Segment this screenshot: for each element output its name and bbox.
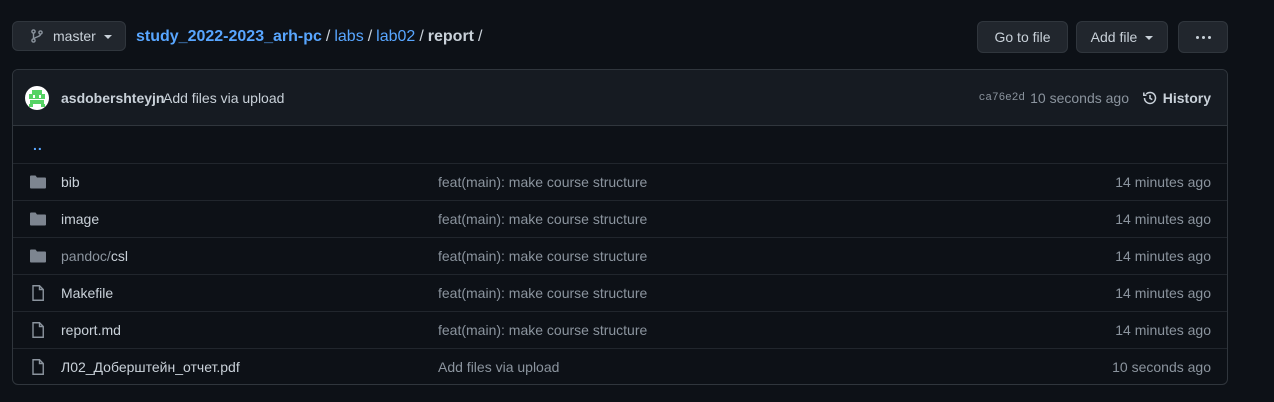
git-branch-icon — [31, 29, 43, 43]
branch-selector-button[interactable]: master — [12, 21, 126, 51]
file-commit-message-link[interactable]: feat(main): make course structure — [438, 248, 647, 264]
table-row[interactable]: Makefile feat(main): make course structu… — [13, 274, 1227, 311]
top-toolbar: master study_2022-2023_arh-pc / labs / l… — [12, 21, 1228, 53]
add-file-label: Add file — [1090, 29, 1138, 45]
history-link[interactable]: History — [1142, 90, 1211, 106]
add-file-button[interactable]: Add file — [1076, 21, 1168, 53]
table-row[interactable]: pandoc/csl feat(main): make course struc… — [13, 237, 1227, 274]
breadcrumb-current: report — [427, 28, 474, 45]
file-commit-time: 14 minutes ago — [1115, 248, 1211, 264]
folder-icon — [30, 212, 46, 226]
file-commit-message-link[interactable]: feat(main): make course structure — [438, 285, 647, 301]
commit-author-link[interactable]: asdobershteyjn — [61, 90, 164, 106]
file-commit-time: 14 minutes ago — [1115, 322, 1211, 338]
table-row[interactable]: report.md feat(main): make course struct… — [13, 311, 1227, 348]
table-row[interactable]: Л02_Доберштейн_отчет.pdf Add files via u… — [13, 348, 1227, 384]
history-icon — [1142, 91, 1157, 104]
file-name-link[interactable]: bib — [61, 174, 80, 190]
file-icon — [32, 322, 44, 338]
branch-name: master — [53, 28, 96, 44]
chevron-down-icon — [103, 35, 112, 39]
file-commit-message-link[interactable]: feat(main): make course structure — [438, 211, 647, 227]
file-name-link[interactable]: pandoc/csl — [61, 248, 128, 264]
go-to-file-label: Go to file — [994, 29, 1051, 45]
folder-icon — [30, 249, 46, 263]
breadcrumb: study_2022-2023_arh-pc / labs / lab02 / … — [136, 21, 486, 53]
file-commit-message-link[interactable]: feat(main): make course structure — [438, 174, 647, 190]
file-name-text: csl — [110, 248, 128, 264]
table-row[interactable]: image feat(main): make course structure … — [13, 200, 1227, 237]
file-name-link[interactable]: Л02_Доберштейн_отчет.pdf — [61, 359, 240, 375]
commit-sha-link[interactable]: ca76e2d — [979, 92, 1025, 104]
breadcrumb-separator: / — [325, 28, 331, 45]
breadcrumb-separator: / — [367, 28, 373, 45]
breadcrumb-lab02-link[interactable]: lab02 — [376, 28, 415, 46]
file-commit-time: 14 minutes ago — [1115, 211, 1211, 227]
breadcrumb-separator: / — [419, 28, 424, 45]
breadcrumb-separator: / — [478, 28, 483, 45]
breadcrumb-labs-link[interactable]: labs — [334, 28, 363, 46]
history-label: History — [1162, 89, 1211, 106]
breadcrumb-repo-link[interactable]: study_2022-2023_arh-pc — [136, 28, 322, 46]
file-commit-message-link[interactable]: Add files via upload — [438, 359, 559, 375]
commit-time: 10 seconds ago — [1030, 89, 1129, 106]
go-to-file-button[interactable]: Go to file — [977, 21, 1068, 53]
file-name-link[interactable]: report.md — [61, 322, 121, 338]
parent-directory-link[interactable]: .. — [33, 137, 43, 153]
commit-message-link[interactable]: Add files via upload — [163, 90, 284, 106]
more-options-button[interactable] — [1178, 21, 1228, 53]
chevron-down-icon — [1145, 36, 1154, 40]
file-commit-message-link[interactable]: feat(main): make course structure — [438, 322, 647, 338]
parent-directory-row[interactable]: .. — [13, 126, 1227, 163]
file-commit-time: 14 minutes ago — [1115, 174, 1211, 190]
table-row[interactable]: bib feat(main): make course structure 14… — [13, 163, 1227, 200]
file-name-prefix: pandoc/ — [61, 248, 111, 264]
latest-commit-bar: asdobershteyjn Add files via upload ca76… — [13, 70, 1227, 126]
file-browser: asdobershteyjn Add files via upload ca76… — [12, 69, 1228, 385]
file-commit-time: 14 minutes ago — [1115, 285, 1211, 301]
file-icon — [32, 285, 44, 301]
kebab-horizontal-icon — [1195, 35, 1211, 39]
file-name-link[interactable]: Makefile — [61, 285, 113, 301]
folder-icon — [30, 175, 46, 189]
file-name-link[interactable]: image — [61, 211, 99, 227]
file-commit-time: 10 seconds ago — [1112, 359, 1211, 375]
file-icon — [32, 359, 44, 375]
avatar[interactable] — [25, 86, 49, 110]
